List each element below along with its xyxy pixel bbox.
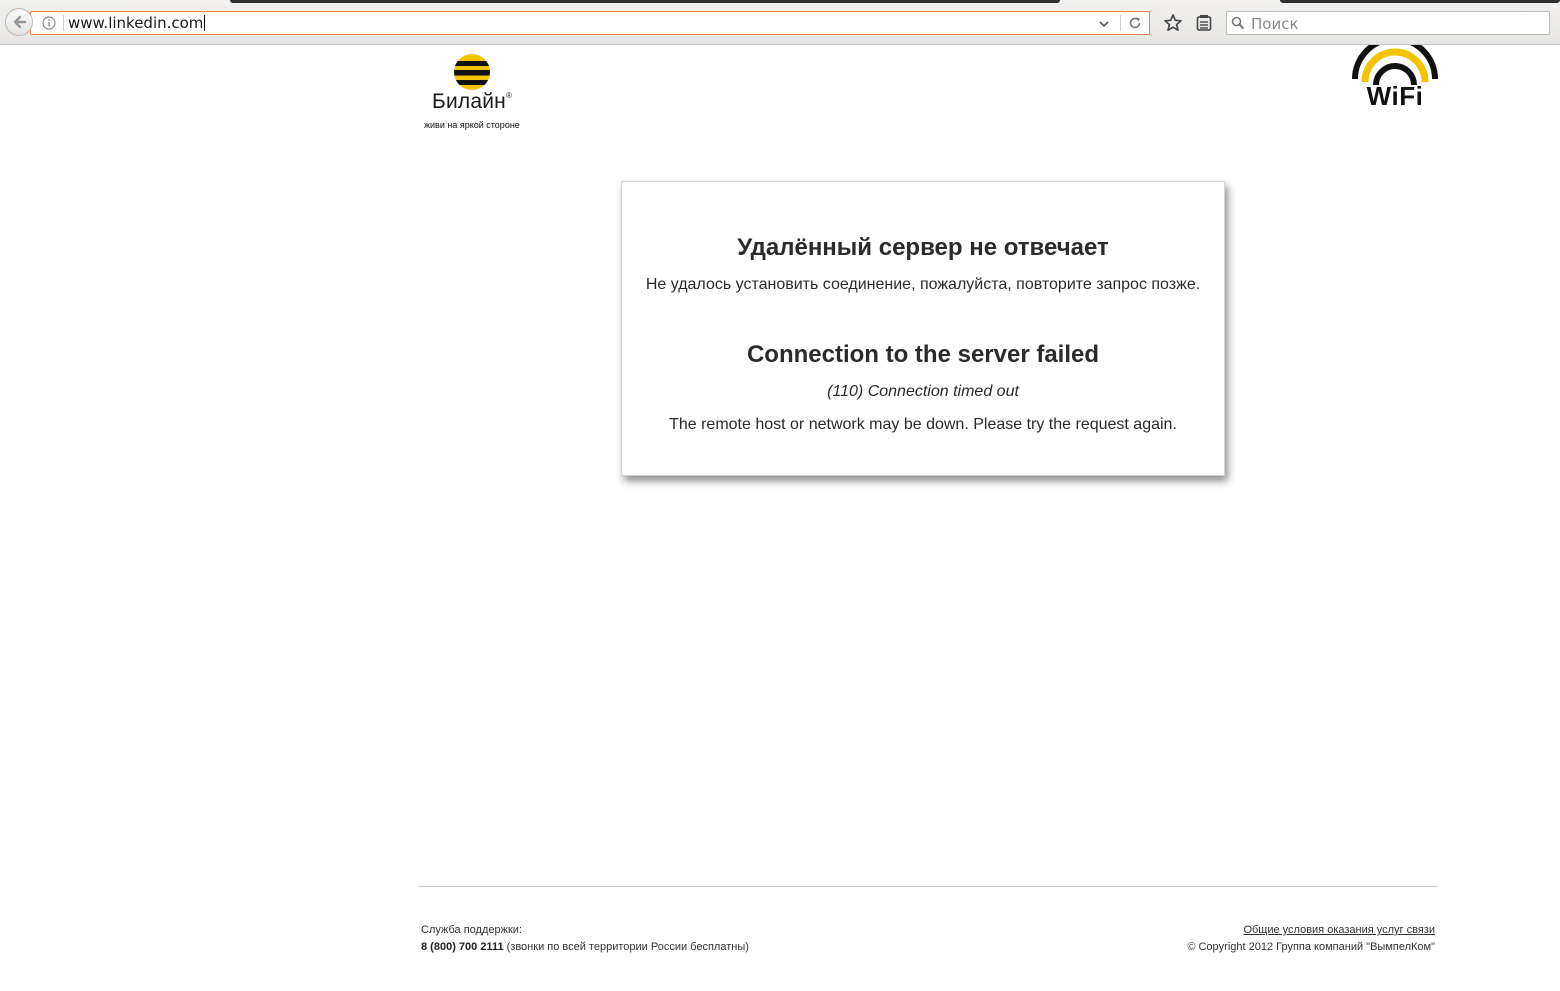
search-input[interactable]: Поиск bbox=[1226, 11, 1550, 35]
chevron-down-icon[interactable] bbox=[1097, 17, 1111, 31]
search-icon bbox=[1231, 16, 1245, 30]
error-text-en: The remote host or network may be down. … bbox=[669, 416, 1177, 433]
error-text-ru: Не удалось установить соединение, пожалу… bbox=[645, 276, 1201, 293]
footer-divider bbox=[418, 886, 1438, 887]
error-card: Удалённый сервер не отвечает Не удалось … bbox=[621, 181, 1225, 476]
support-phone-note: (звонки по всей территории России беспла… bbox=[503, 941, 749, 953]
search-placeholder: Поиск bbox=[1251, 15, 1299, 33]
error-code: (110) Connection timed out bbox=[827, 383, 1019, 400]
terms-link[interactable]: Общие условия оказания услуг связи bbox=[1243, 924, 1435, 936]
tab-strip-edge bbox=[1280, 0, 1560, 3]
footer-legal: Общие условия оказания услуг связи © Cop… bbox=[1187, 922, 1435, 956]
address-bar[interactable]: www.linkedin.com bbox=[30, 11, 1150, 35]
url-separator bbox=[63, 15, 64, 31]
url-input[interactable]: www.linkedin.com bbox=[68, 14, 206, 32]
footer-support: Служба поддержки: 8 (800) 700 2111 (звон… bbox=[421, 922, 749, 956]
reload-icon[interactable] bbox=[1128, 16, 1142, 30]
support-label: Служба поддержки: bbox=[421, 924, 522, 936]
reading-list-icon[interactable] bbox=[1195, 14, 1213, 32]
copyright-text: © Copyright 2012 Группа компаний "Вымпел… bbox=[1187, 941, 1435, 953]
wifi-text: WiFi bbox=[1366, 81, 1424, 111]
beeline-brand: Билайн® bbox=[432, 90, 512, 114]
back-button[interactable] bbox=[5, 8, 33, 36]
tab-strip-edge bbox=[230, 0, 1060, 3]
beeline-logo: Билайн® живи на яркой стороне bbox=[420, 50, 524, 134]
error-title-en: Connection to the server failed bbox=[746, 341, 1100, 368]
beeline-ball-icon bbox=[454, 54, 490, 90]
text-caret bbox=[204, 15, 206, 31]
url-separator bbox=[1120, 15, 1121, 31]
arrow-left-icon bbox=[13, 15, 27, 29]
wifi-logo: WiFi bbox=[1351, 36, 1439, 113]
registered-mark: ® bbox=[505, 91, 513, 100]
bookmark-star-icon[interactable] bbox=[1163, 13, 1183, 33]
support-phone-line: 8 (800) 700 2111 (звонки по всей террито… bbox=[421, 939, 749, 956]
error-title-ru: Удалённый сервер не отвечает bbox=[737, 234, 1109, 261]
url-text: www.linkedin.com bbox=[68, 14, 204, 32]
beeline-slogan: живи на яркой стороне bbox=[424, 120, 520, 130]
info-icon[interactable] bbox=[42, 16, 56, 30]
support-phone: 8 (800) 700 2111 bbox=[421, 941, 504, 953]
beeline-brand-text: Билайн bbox=[432, 90, 506, 113]
browser-toolbar: www.linkedin.com Поиск bbox=[0, 0, 1560, 45]
